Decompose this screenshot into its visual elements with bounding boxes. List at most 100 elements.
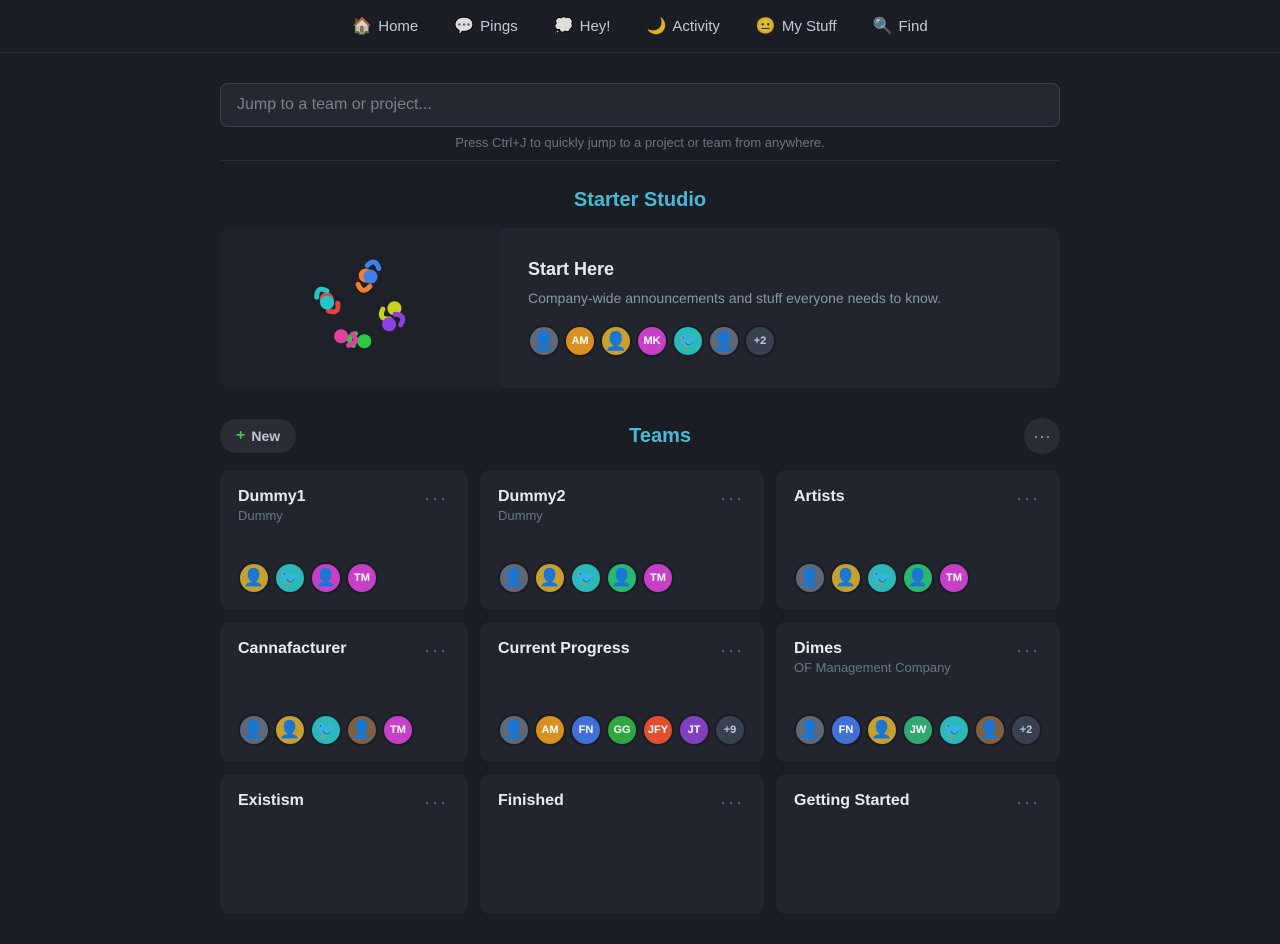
search-container: Press Ctrl+J to quickly jump to a projec…	[220, 83, 1060, 150]
team-sub: OF Management Company	[794, 660, 951, 675]
studio-logo-panel	[220, 228, 500, 388]
team-card-artists[interactable]: Artists ··· 👤 👤 🐦 👤 TM	[776, 470, 1060, 610]
team-menu-button[interactable]: ···	[718, 488, 746, 509]
team-name: Existism	[238, 792, 304, 810]
nav-mystuff[interactable]: 😐 My Stuff	[742, 10, 851, 42]
team-members-row: 👤 👤 🐦 👤 TM	[238, 714, 450, 746]
team-card-finished[interactable]: Finished ···	[480, 774, 764, 914]
team-title-group: Existism	[238, 792, 304, 812]
team-card-current-progress[interactable]: Current Progress ··· 👤 AM FN GG JFY JT +…	[480, 622, 764, 762]
team-sub: Dummy	[498, 508, 566, 523]
mystuff-icon: 😐	[756, 16, 776, 36]
studio-project-desc: Company-wide announcements and stuff eve…	[528, 288, 1032, 309]
avatar: 🐦	[866, 562, 898, 594]
studio-project-name: Start Here	[528, 259, 1032, 280]
nav-pings-label: Pings	[480, 18, 518, 35]
avatar-more: +9	[714, 714, 746, 746]
team-menu-button[interactable]: ···	[1014, 792, 1042, 813]
team-menu-button[interactable]: ···	[1014, 640, 1042, 661]
avatar-tm: TM	[382, 714, 414, 746]
nav-pings[interactable]: 💬 Pings	[440, 10, 531, 42]
search-hint: Press Ctrl+J to quickly jump to a projec…	[220, 135, 1060, 150]
team-name: Dummy1	[238, 488, 306, 506]
nav-activity[interactable]: 🌙 Activity	[632, 10, 733, 42]
avatar: 👤	[794, 562, 826, 594]
team-name: Dummy2	[498, 488, 566, 506]
team-card-header: Finished ···	[498, 792, 746, 813]
team-menu-button[interactable]: ···	[718, 640, 746, 661]
avatar-fn: FN	[570, 714, 602, 746]
team-menu-button[interactable]: ···	[422, 640, 450, 661]
nav-hey[interactable]: 💭 Hey!	[540, 10, 625, 42]
team-card-header: Dimes OF Management Company ···	[794, 640, 1042, 675]
avatar: AM	[564, 325, 596, 357]
avatar: 👤	[274, 714, 306, 746]
team-card-header: Cannafacturer ···	[238, 640, 450, 661]
nav-hey-label: Hey!	[580, 18, 611, 35]
avatar: 👤	[830, 562, 862, 594]
top-navigation: 🏠 Home 💬 Pings 💭 Hey! 🌙 Activity 😐 My St…	[0, 0, 1280, 53]
team-name: Cannafacturer	[238, 640, 346, 658]
team-name: Getting Started	[794, 792, 910, 810]
avatar: 🐦	[938, 714, 970, 746]
team-card-dummy2[interactable]: Dummy2 Dummy ··· 👤 👤 🐦 👤 TM	[480, 470, 764, 610]
nav-activity-label: Activity	[672, 18, 720, 35]
nav-find-label: Find	[899, 18, 928, 35]
avatar-tm: TM	[642, 562, 674, 594]
avatar: 🐦	[310, 714, 342, 746]
team-menu-button[interactable]: ···	[718, 792, 746, 813]
studio-members-row: 👤 AM 👤 MK 🐦 👤 +2	[528, 325, 1032, 357]
avatar: 👤	[902, 562, 934, 594]
team-members-row: 👤 🐦 👤 TM	[238, 562, 450, 594]
avatar: 👤	[238, 562, 270, 594]
avatar-tm: TM	[346, 562, 378, 594]
pings-icon: 💬	[454, 16, 474, 36]
home-icon: 🏠	[352, 16, 372, 36]
teams-header: + New Teams ···	[220, 418, 1060, 454]
team-members-row: 👤 FN 👤 JW 🐦 👤 +2	[794, 714, 1042, 746]
avatar-am: AM	[534, 714, 566, 746]
team-card-header: Artists ···	[794, 488, 1042, 509]
teams-more-button[interactable]: ···	[1024, 418, 1060, 454]
search-input[interactable]	[220, 83, 1060, 127]
team-card-dimes[interactable]: Dimes OF Management Company ··· 👤 FN 👤 J…	[776, 622, 1060, 762]
plus-icon: +	[236, 427, 245, 445]
team-title-group: Cannafacturer	[238, 640, 346, 660]
team-card-existism[interactable]: Existism ···	[220, 774, 468, 914]
team-title-group: Artists	[794, 488, 845, 508]
new-team-button[interactable]: + New	[220, 419, 296, 453]
teams-grid: Dummy1 Dummy ··· 👤 🐦 👤 TM Dummy2 Dummy ·…	[220, 470, 1060, 914]
team-card-header: Existism ···	[238, 792, 450, 813]
team-name: Dimes	[794, 640, 951, 658]
team-menu-button[interactable]: ···	[1014, 488, 1042, 509]
nav-find[interactable]: 🔍 Find	[859, 10, 942, 42]
activity-icon: 🌙	[646, 16, 666, 36]
avatar-jfy: JFY	[642, 714, 674, 746]
team-card-header: Dummy1 Dummy ···	[238, 488, 450, 523]
avatar: 👤	[528, 325, 560, 357]
team-name: Current Progress	[498, 640, 630, 658]
team-menu-button[interactable]: ···	[422, 488, 450, 509]
team-card-getting-started[interactable]: Getting Started ···	[776, 774, 1060, 914]
teams-section-title: Teams	[629, 425, 691, 448]
starter-studio-card[interactable]: Start Here Company-wide announcements an…	[220, 228, 1060, 388]
avatar-tm: TM	[938, 562, 970, 594]
avatar: 👤	[346, 714, 378, 746]
team-menu-button[interactable]: ···	[422, 792, 450, 813]
hey-icon: 💭	[554, 16, 574, 36]
avatar: 👤	[498, 714, 530, 746]
section-divider	[220, 160, 1060, 161]
avatar: 👤	[866, 714, 898, 746]
nav-home[interactable]: 🏠 Home	[338, 10, 432, 42]
avatar: 👤	[534, 562, 566, 594]
avatar: 👤	[794, 714, 826, 746]
team-title-group: Dummy1 Dummy	[238, 488, 306, 523]
team-card-cannafacturer[interactable]: Cannafacturer ··· 👤 👤 🐦 👤 TM	[220, 622, 468, 762]
avatar-jw: JW	[902, 714, 934, 746]
avatar: 👤	[238, 714, 270, 746]
team-members-row: 👤 AM FN GG JFY JT +9	[498, 714, 746, 746]
avatar: 👤	[498, 562, 530, 594]
more-icon: ···	[1033, 426, 1051, 447]
team-card-dummy1[interactable]: Dummy1 Dummy ··· 👤 🐦 👤 TM	[220, 470, 468, 610]
avatar: 🐦	[570, 562, 602, 594]
